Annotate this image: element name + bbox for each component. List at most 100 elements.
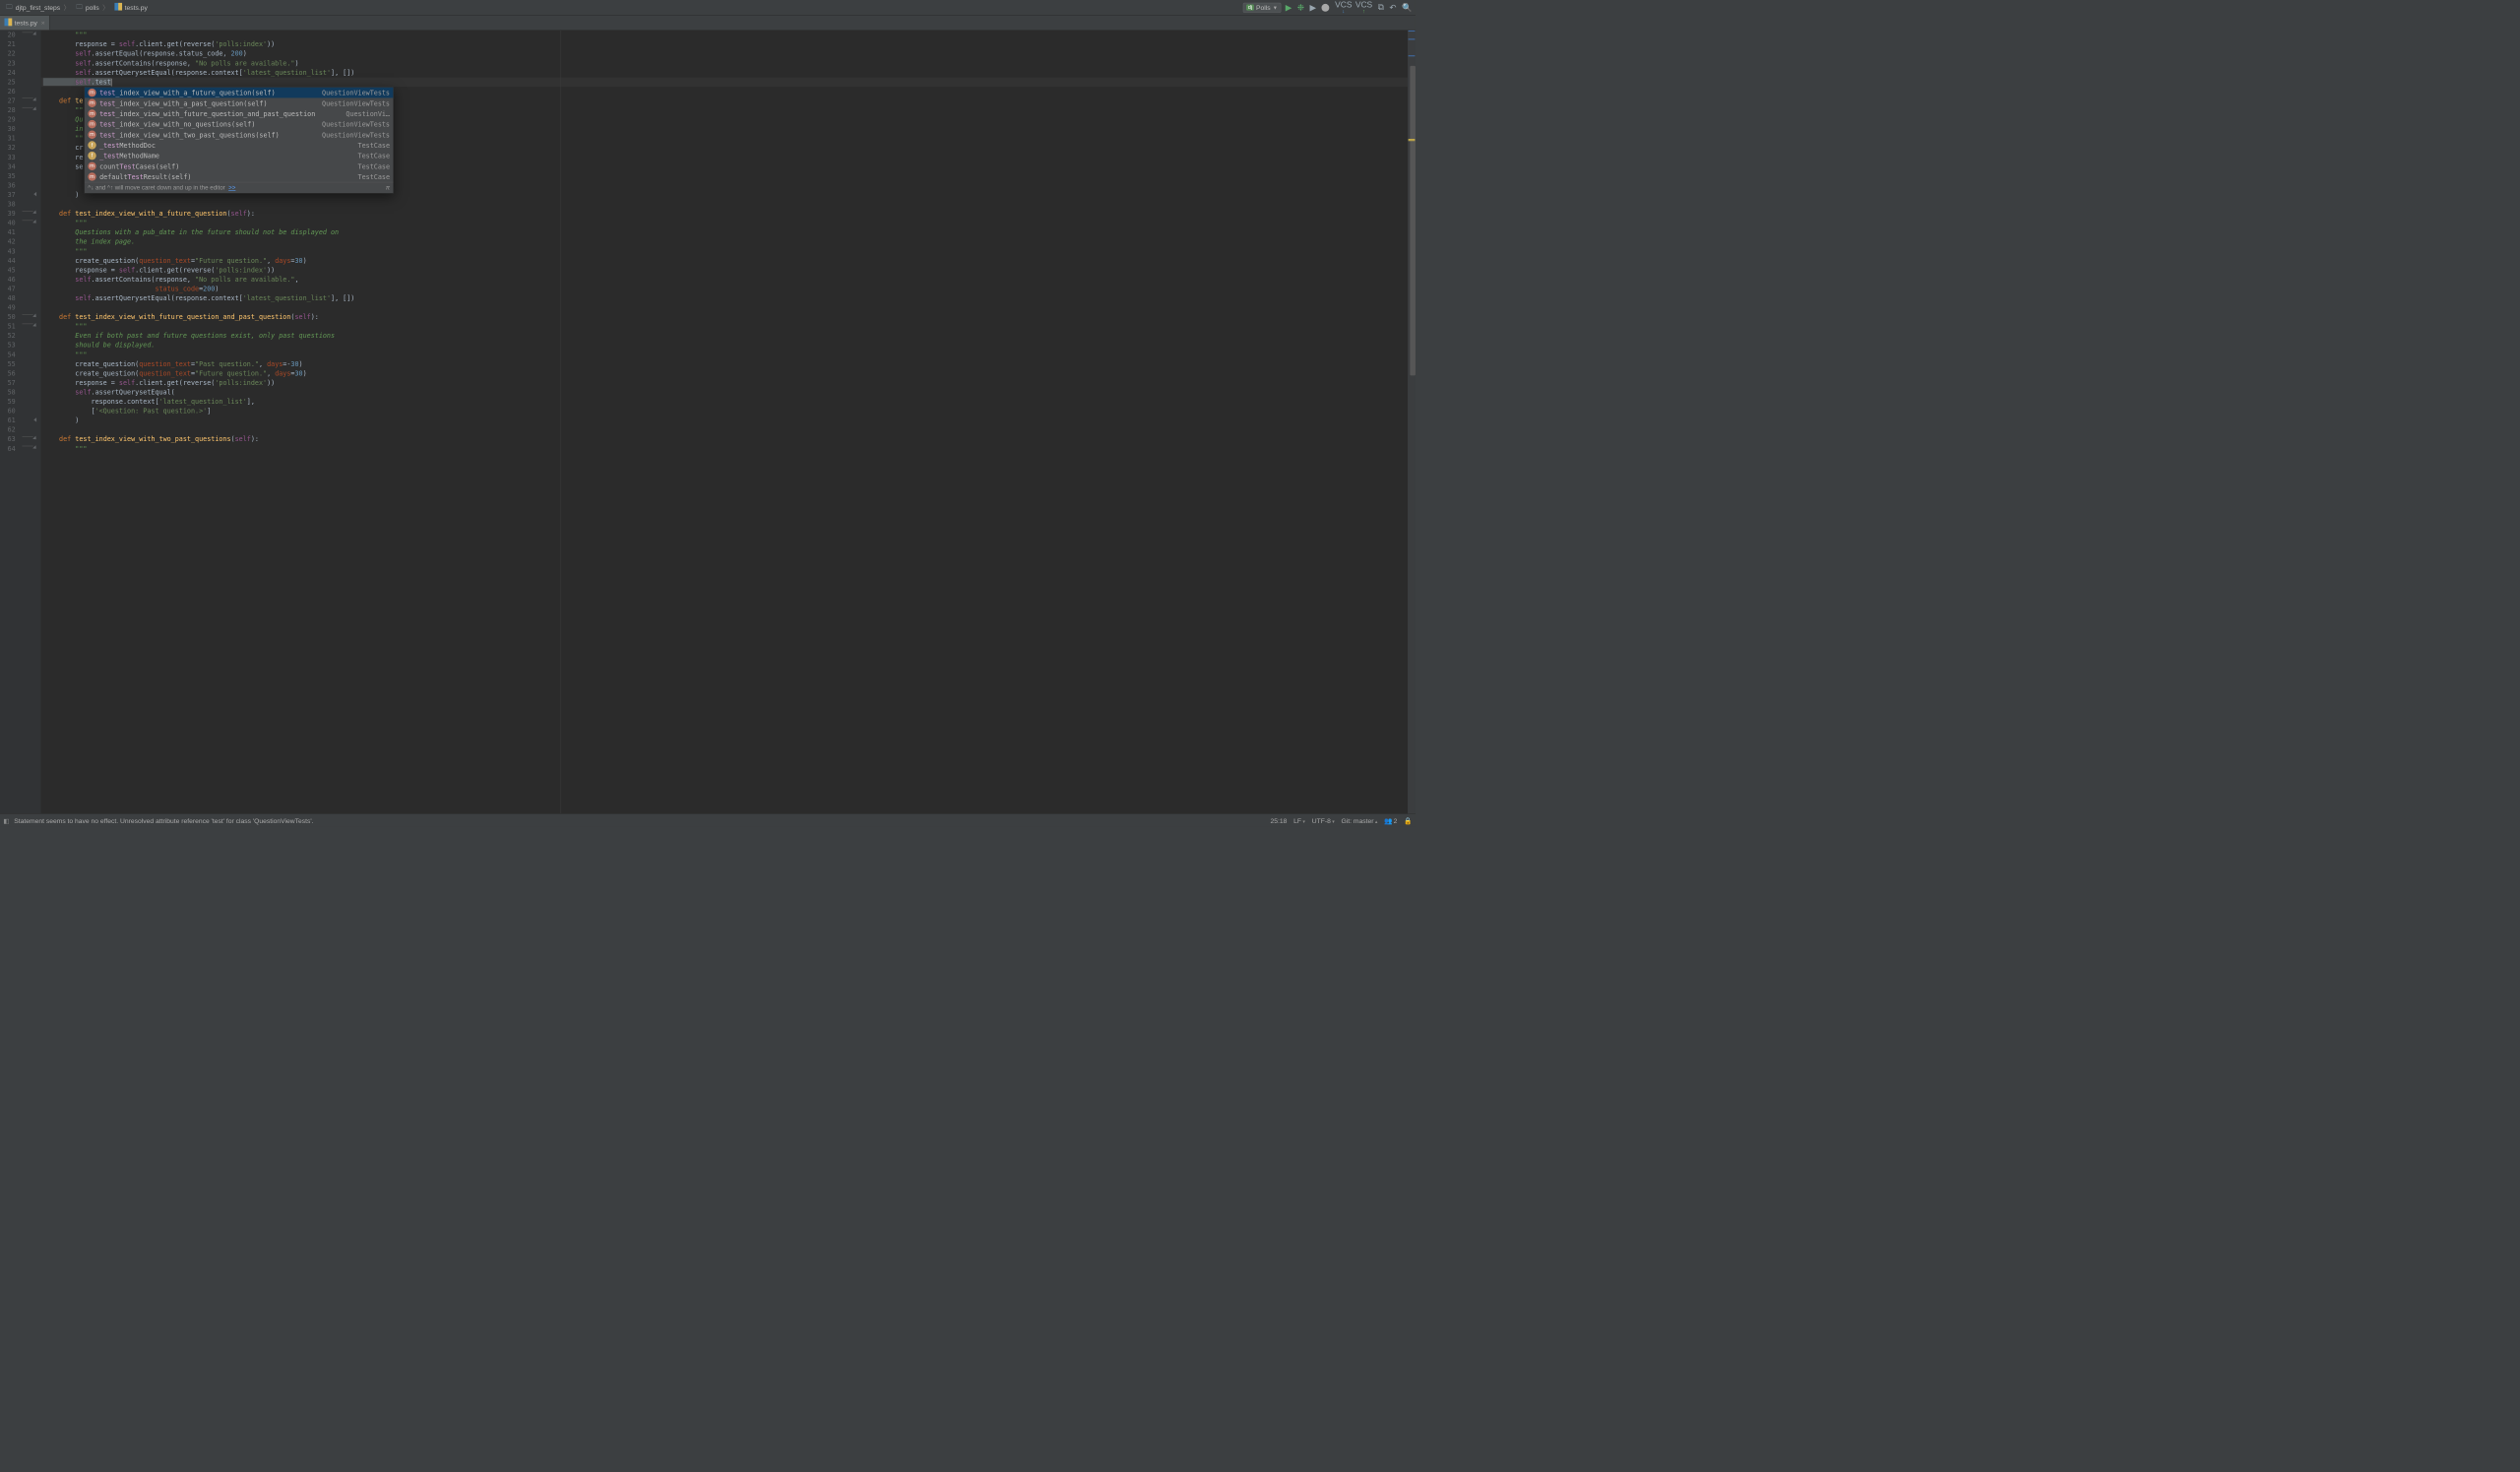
pi-icon[interactable]: π [386, 184, 390, 191]
code-line[interactable]: self.assertContains(response, "No polls … [41, 275, 1409, 285]
gutter-row[interactable] [18, 209, 41, 219]
breadcrumb-item[interactable]: 🗀polls〉 [74, 1, 112, 15]
gutter-row[interactable] [18, 237, 41, 247]
line-number[interactable]: 28 [0, 105, 16, 115]
ide-users-icon[interactable]: 👥2 [1384, 816, 1397, 824]
gutter-row[interactable] [18, 312, 41, 322]
gutter-row[interactable] [18, 359, 41, 369]
code-line[interactable]: response = self.client.get(reverse('poll… [41, 378, 1409, 388]
scroll-marker[interactable] [1409, 140, 1416, 141]
code-line[interactable]: ) [41, 416, 1409, 425]
line-number[interactable]: 43 [0, 247, 16, 257]
line-number[interactable]: 37 [0, 190, 16, 200]
gutter-row[interactable] [18, 285, 41, 294]
fold-end-icon[interactable] [32, 192, 37, 197]
line-number[interactable]: 46 [0, 275, 16, 285]
completion-item[interactable]: f_testMethodDocTestCase [85, 140, 393, 151]
fold-icon[interactable] [32, 436, 37, 441]
line-number[interactable]: 56 [0, 369, 16, 379]
line-number[interactable]: 44 [0, 256, 16, 266]
scroll-thumb[interactable] [1410, 66, 1416, 376]
code-line[interactable]: create_question(question_text="Future qu… [41, 256, 1409, 266]
gutter-row[interactable] [18, 256, 41, 266]
code-line[interactable]: def test_index_view_with_two_past_questi… [41, 434, 1409, 444]
gutter-row[interactable] [18, 444, 41, 454]
code-line[interactable]: """ [41, 351, 1409, 360]
tool-windows-icon[interactable]: ◧ [3, 816, 9, 824]
folders-icon[interactable]: ⧉ [1378, 3, 1384, 13]
gutter-row[interactable] [18, 303, 41, 313]
line-number[interactable]: 39 [0, 209, 16, 219]
gutter-row[interactable] [18, 369, 41, 379]
caret-position[interactable]: 25:18 [1271, 816, 1288, 824]
code-line[interactable]: the index page. [41, 237, 1409, 247]
gutter-row[interactable] [18, 162, 41, 172]
line-number[interactable]: 63 [0, 434, 16, 444]
gutter-row[interactable] [18, 275, 41, 285]
code-editor[interactable]: """ response = self.client.get(reverse('… [41, 31, 1409, 813]
line-number[interactable]: 34 [0, 162, 16, 172]
line-number[interactable]: 41 [0, 227, 16, 237]
line-number[interactable]: 40 [0, 219, 16, 228]
fold-icon[interactable] [32, 446, 37, 451]
gutter-row[interactable] [18, 115, 41, 125]
line-number[interactable]: 61 [0, 416, 16, 425]
gutter-row[interactable] [18, 351, 41, 360]
encoding-selector[interactable]: UTF-8 [1312, 816, 1335, 824]
undo-icon[interactable]: ↶ [1389, 3, 1396, 13]
line-number[interactable]: 27 [0, 96, 16, 106]
code-line[interactable]: response.context['latest_question_list']… [41, 397, 1409, 407]
completion-popup[interactable]: mtest_index_view_with_a_future_question(… [84, 87, 394, 193]
completion-item[interactable]: mtest_index_view_with_future_question_an… [85, 108, 393, 119]
line-number[interactable]: 47 [0, 285, 16, 294]
fold-icon[interactable] [32, 324, 37, 329]
vcs-commit-icon[interactable]: VCS↑ [1355, 1, 1372, 15]
vcs-update-icon[interactable]: VCS↓ [1335, 1, 1352, 15]
gutter-row[interactable] [18, 293, 41, 303]
code-line[interactable]: self.assertContains(response, "No polls … [41, 59, 1409, 69]
line-number[interactable]: 62 [0, 425, 16, 435]
fold-end-icon[interactable] [32, 417, 37, 422]
line-number[interactable]: 23 [0, 59, 16, 69]
line-number[interactable]: 33 [0, 153, 16, 162]
run-config-selector[interactable]: dj Polls ▼ [1243, 3, 1282, 13]
completion-item[interactable]: mtest_index_view_with_two_past_questions… [85, 129, 393, 140]
fold-icon[interactable] [32, 107, 37, 112]
completion-item[interactable]: mtest_index_view_with_a_past_question(se… [85, 97, 393, 108]
code-line[interactable] [41, 425, 1409, 435]
gutter-row[interactable] [18, 105, 41, 115]
gutter-row[interactable] [18, 331, 41, 341]
gutter-row[interactable] [18, 143, 41, 153]
code-line[interactable] [41, 200, 1409, 210]
line-number[interactable]: 38 [0, 200, 16, 210]
gutter-row[interactable] [18, 247, 41, 257]
breadcrumb[interactable]: 🗀djtp_first_steps〉🗀polls〉tests.py [3, 1, 150, 15]
line-number[interactable]: 42 [0, 237, 16, 247]
run-icon[interactable]: ▶ [1286, 3, 1292, 13]
code-line[interactable]: Questions with a pub_date in the future … [41, 227, 1409, 237]
line-number[interactable]: 53 [0, 341, 16, 351]
gutter-row[interactable] [18, 200, 41, 210]
gutter-row[interactable] [18, 68, 41, 78]
line-number[interactable]: 51 [0, 322, 16, 332]
gutter-row[interactable] [18, 49, 41, 59]
line-number[interactable]: 57 [0, 378, 16, 388]
completion-item[interactable]: mcountTestCases(self)TestCase [85, 160, 393, 171]
fold-icon[interactable] [32, 97, 37, 102]
code-line[interactable]: Even if both past and future questions e… [41, 331, 1409, 341]
completion-item[interactable]: mtest_index_view_with_no_questions(self)… [85, 119, 393, 130]
gutter-row[interactable] [18, 39, 41, 49]
completion-link[interactable]: >> [228, 184, 235, 191]
code-line[interactable]: def test_index_view_with_future_question… [41, 312, 1409, 322]
line-number[interactable]: 30 [0, 124, 16, 134]
line-number[interactable]: 59 [0, 397, 16, 407]
line-number[interactable]: 32 [0, 143, 16, 153]
search-icon[interactable]: 🔍 [1402, 3, 1412, 13]
gutter-row[interactable] [18, 96, 41, 106]
fold-icon[interactable] [32, 314, 37, 319]
line-number[interactable]: 24 [0, 68, 16, 78]
scroll-marker[interactable] [1409, 31, 1416, 32]
breadcrumb-item[interactable]: tests.py [112, 2, 150, 14]
gutter-row[interactable] [18, 388, 41, 398]
lock-icon[interactable]: 🔒 [1404, 816, 1412, 824]
